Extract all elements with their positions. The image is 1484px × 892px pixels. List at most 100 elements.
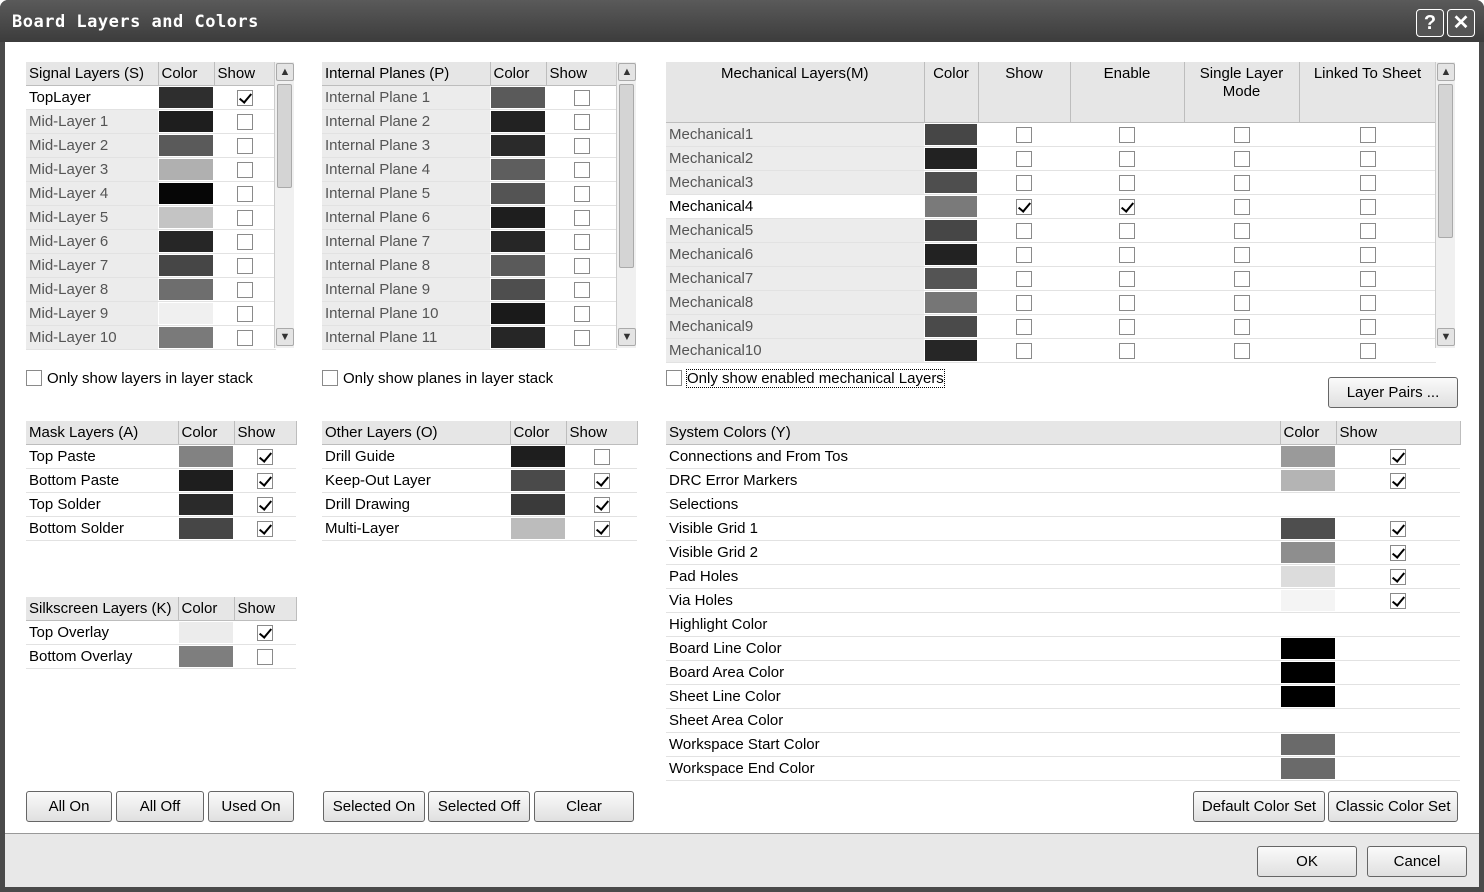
table-row[interactable]: Internal Plane 11 [322, 325, 617, 350]
show-checkbox[interactable] [1016, 246, 1032, 263]
color-swatch[interactable] [159, 326, 213, 348]
show-cell[interactable] [1336, 540, 1460, 565]
show-cell[interactable] [1336, 588, 1460, 613]
table-row[interactable]: Mechanical1 [666, 122, 1436, 147]
linked-to-sheet-checkbox[interactable] [1359, 294, 1376, 311]
color-swatch[interactable] [1281, 685, 1335, 707]
show-cell[interactable] [978, 290, 1070, 315]
show-checkbox[interactable] [237, 113, 253, 130]
ok-button[interactable]: OK [1257, 846, 1357, 877]
table-row[interactable]: Mechanical7 [666, 266, 1436, 291]
show-cell[interactable] [1336, 444, 1460, 469]
column-header-signal-layers[interactable]: Signal Layers (S) [26, 62, 159, 86]
show-cell[interactable] [546, 277, 617, 302]
single-layer-mode-checkbox[interactable] [1233, 150, 1250, 167]
column-header-show[interactable]: Show [1336, 421, 1461, 445]
show-cell[interactable] [546, 181, 617, 206]
only-show-enabled-mech-checkbox[interactable] [666, 370, 682, 386]
table-row[interactable]: Visible Grid 2 [666, 540, 1460, 565]
enable-checkbox[interactable] [1119, 198, 1135, 215]
show-cell[interactable] [214, 85, 276, 110]
column-header-other-layers[interactable]: Other Layers (O) [322, 421, 511, 445]
color-swatch[interactable] [511, 445, 565, 467]
default-color-set-button[interactable]: Default Color Set [1193, 791, 1325, 822]
color-cell[interactable] [178, 444, 234, 469]
enable-checkbox[interactable] [1119, 342, 1135, 359]
table-row[interactable]: Sheet Line Color [666, 684, 1460, 709]
table-row[interactable]: Internal Plane 6 [322, 205, 617, 230]
table-row[interactable]: Mid-Layer 9 [26, 301, 276, 326]
table-row[interactable]: Board Area Color [666, 660, 1460, 685]
color-cell[interactable] [510, 468, 566, 493]
show-checkbox[interactable] [1016, 222, 1032, 239]
show-cell[interactable] [1184, 146, 1299, 171]
color-swatch[interactable] [179, 445, 233, 467]
column-header-show[interactable]: Show [214, 62, 277, 86]
single-layer-mode-checkbox[interactable] [1233, 342, 1250, 359]
color-swatch[interactable] [159, 110, 213, 132]
color-cell[interactable] [178, 492, 234, 517]
scroll-up-icon[interactable]: ▲ [1437, 63, 1455, 81]
show-cell[interactable] [234, 444, 296, 469]
color-cell[interactable] [1280, 540, 1336, 565]
column-header-color[interactable]: Color [924, 62, 979, 123]
table-row[interactable]: Drill Guide [322, 444, 637, 469]
column-header-mechanical-layers[interactable]: Mechanical Layers(M) [666, 62, 925, 123]
show-checkbox[interactable] [237, 305, 253, 322]
linked-to-sheet-checkbox[interactable] [1359, 318, 1376, 335]
show-checkbox[interactable] [237, 185, 253, 202]
color-cell[interactable] [1280, 684, 1336, 709]
color-swatch[interactable] [491, 110, 545, 132]
column-header-linked-to-sheet[interactable]: Linked To Sheet [1299, 62, 1437, 123]
table-row[interactable]: Highlight Color [666, 612, 1460, 637]
table-row[interactable]: Internal Plane 5 [322, 181, 617, 206]
show-checkbox[interactable] [573, 161, 590, 178]
color-swatch[interactable] [159, 182, 213, 204]
table-row[interactable]: Internal Plane 8 [322, 253, 617, 278]
single-layer-mode-checkbox[interactable] [1233, 246, 1250, 263]
color-cell[interactable] [158, 205, 214, 230]
color-cell[interactable] [924, 194, 978, 219]
show-checkbox[interactable] [257, 472, 273, 489]
scroll-thumb[interactable] [277, 84, 292, 188]
show-checkbox[interactable] [573, 209, 590, 226]
show-cell[interactable] [234, 516, 296, 541]
show-checkbox[interactable] [257, 520, 273, 537]
column-header-show[interactable]: Show [566, 421, 638, 445]
single-layer-mode-checkbox[interactable] [1233, 222, 1250, 239]
enable-checkbox[interactable] [1119, 318, 1135, 335]
enable-checkbox[interactable] [1119, 246, 1135, 263]
show-cell[interactable] [978, 218, 1070, 243]
color-swatch[interactable] [925, 147, 977, 169]
table-row[interactable]: Internal Plane 2 [322, 109, 617, 134]
enable-checkbox[interactable] [1119, 126, 1135, 143]
show-checkbox[interactable] [237, 233, 253, 250]
show-cell[interactable] [214, 157, 276, 182]
show-checkbox[interactable] [1016, 126, 1032, 143]
show-checkbox[interactable] [1016, 198, 1032, 215]
show-cell[interactable] [234, 620, 296, 645]
column-header-system-colors[interactable]: System Colors (Y) [666, 421, 1281, 445]
clear-button[interactable]: Clear [534, 791, 634, 822]
table-row[interactable]: Mid-Layer 10 [26, 325, 276, 350]
scroll-thumb[interactable] [1438, 84, 1453, 238]
table-row[interactable]: Workspace Start Color [666, 732, 1460, 757]
color-cell[interactable] [510, 516, 566, 541]
table-row[interactable]: Via Holes [666, 588, 1460, 613]
show-checkbox[interactable] [1016, 318, 1032, 335]
show-cell[interactable] [1184, 290, 1299, 315]
only-show-planes-checkbox[interactable] [322, 370, 338, 386]
show-cell[interactable] [1299, 218, 1436, 243]
color-cell[interactable] [924, 122, 978, 147]
color-cell[interactable] [158, 85, 214, 110]
close-button[interactable]: ✕ [1447, 9, 1475, 37]
show-checkbox[interactable] [1390, 544, 1406, 561]
color-cell[interactable] [490, 157, 546, 182]
show-cell[interactable] [1070, 170, 1184, 195]
scroll-up-icon[interactable]: ▲ [618, 63, 636, 81]
table-row[interactable]: Mechanical3 [666, 170, 1436, 195]
color-swatch[interactable] [1281, 589, 1335, 611]
single-layer-mode-checkbox[interactable] [1233, 174, 1250, 191]
all-off-button[interactable]: All Off [116, 791, 204, 822]
color-swatch[interactable] [159, 302, 213, 324]
